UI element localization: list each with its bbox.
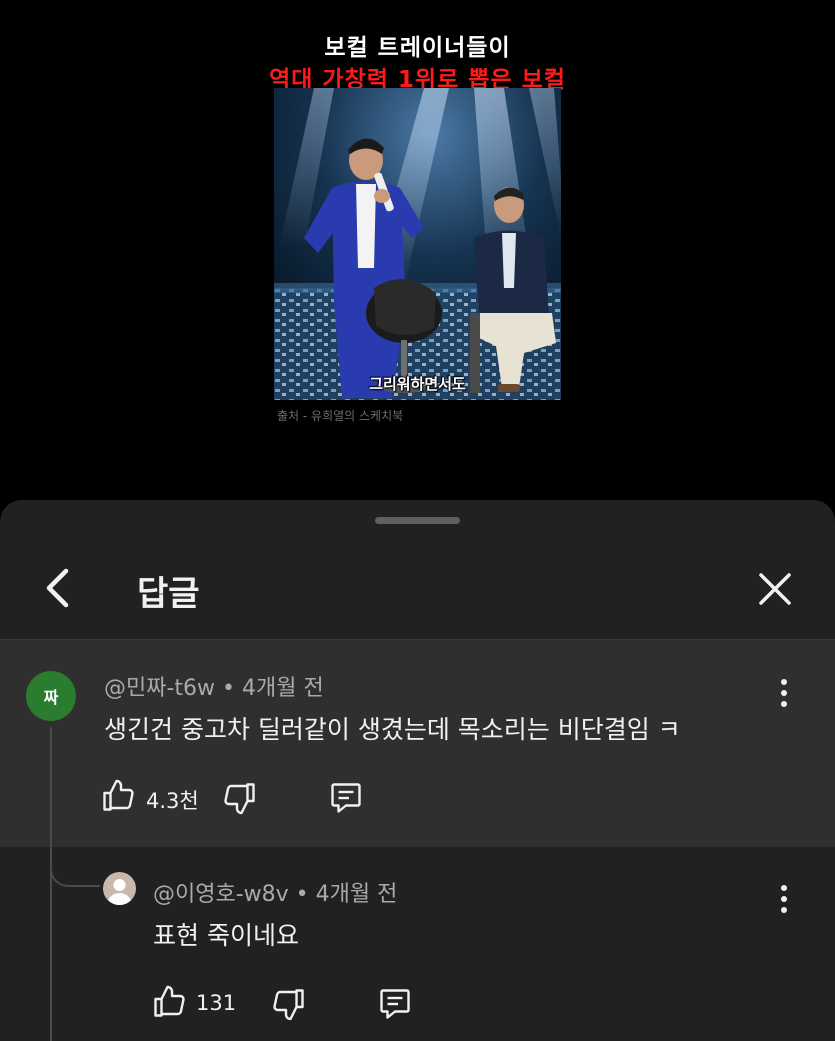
- parent-comment: 짜 @민짜-t6w • 4개월 전 생긴건 중고차 딜러같이 생겼는데 목소리는…: [0, 640, 835, 847]
- reply-author[interactable]: @이영호-w8v: [153, 882, 289, 907]
- reply-button[interactable]: [376, 986, 414, 1022]
- more-options-button[interactable]: [774, 882, 794, 916]
- comment-icon: [380, 989, 410, 1019]
- video-title-line1: 보컬 트레이너들이: [324, 35, 511, 61]
- meta-separator: •: [295, 882, 316, 907]
- thumbs-down-icon: [224, 783, 255, 815]
- more-vertical-icon: [781, 679, 787, 707]
- like-count: 131: [196, 991, 237, 1015]
- comment-time: 4개월 전: [242, 676, 324, 701]
- more-options-button[interactable]: [774, 676, 794, 710]
- thumbs-up-icon: [103, 779, 134, 811]
- panel-title: 답글: [137, 574, 200, 614]
- avatar[interactable]: 짜: [26, 671, 76, 721]
- close-button[interactable]: [758, 572, 792, 606]
- thumbs-up-icon: [154, 985, 185, 1017]
- like-button[interactable]: [151, 984, 187, 1020]
- avatar-letter: 짜: [43, 688, 59, 707]
- comment-meta: @민짜-t6w • 4개월 전: [104, 670, 324, 702]
- meta-separator: •: [222, 676, 243, 701]
- drag-handle[interactable]: [375, 517, 460, 524]
- thread-connector: [50, 847, 100, 887]
- comment-text: 생긴건 중고차 딜러같이 생겼는데 목소리는 비단결임 ㅋ: [104, 715, 681, 744]
- reply-time: 4개월 전: [315, 882, 398, 907]
- comment-author[interactable]: @민짜-t6w: [104, 676, 215, 701]
- reply-text: 표현 죽이네요: [153, 921, 299, 950]
- video-frame[interactable]: 그리워하면서도: [274, 88, 561, 400]
- video-subtitle: 그리워하면서도: [369, 375, 466, 393]
- stage-scene-image: [274, 88, 561, 400]
- video-source-caption: 출처 - 유희열의 스케치북: [277, 409, 404, 423]
- reply-button[interactable]: [327, 780, 365, 816]
- more-vertical-icon: [781, 885, 787, 913]
- user-silhouette-icon: [107, 879, 132, 905]
- like-button[interactable]: [100, 778, 136, 814]
- back-button[interactable]: [40, 568, 76, 608]
- avatar[interactable]: [103, 872, 136, 905]
- close-icon: [759, 573, 791, 605]
- thumbs-down-icon: [273, 989, 304, 1021]
- dislike-button[interactable]: [271, 986, 307, 1022]
- replies-panel: 답글 짜 @민짜-t6w • 4개월 전 생긴건 중고차 딜러같이 생겼는데 목…: [0, 500, 835, 1041]
- video-player[interactable]: 보컬 트레이너들이 역대 가창력 1위로 뽑은 보컬 그리워하면서도 출처 - …: [0, 0, 835, 500]
- thread-line: [50, 727, 52, 1041]
- dislike-button[interactable]: [222, 780, 258, 816]
- comment-icon: [331, 783, 361, 813]
- chevron-left-icon: [46, 568, 69, 608]
- like-count: 4.3천: [146, 789, 199, 813]
- reply-meta: @이영호-w8v • 4개월 전: [153, 876, 397, 908]
